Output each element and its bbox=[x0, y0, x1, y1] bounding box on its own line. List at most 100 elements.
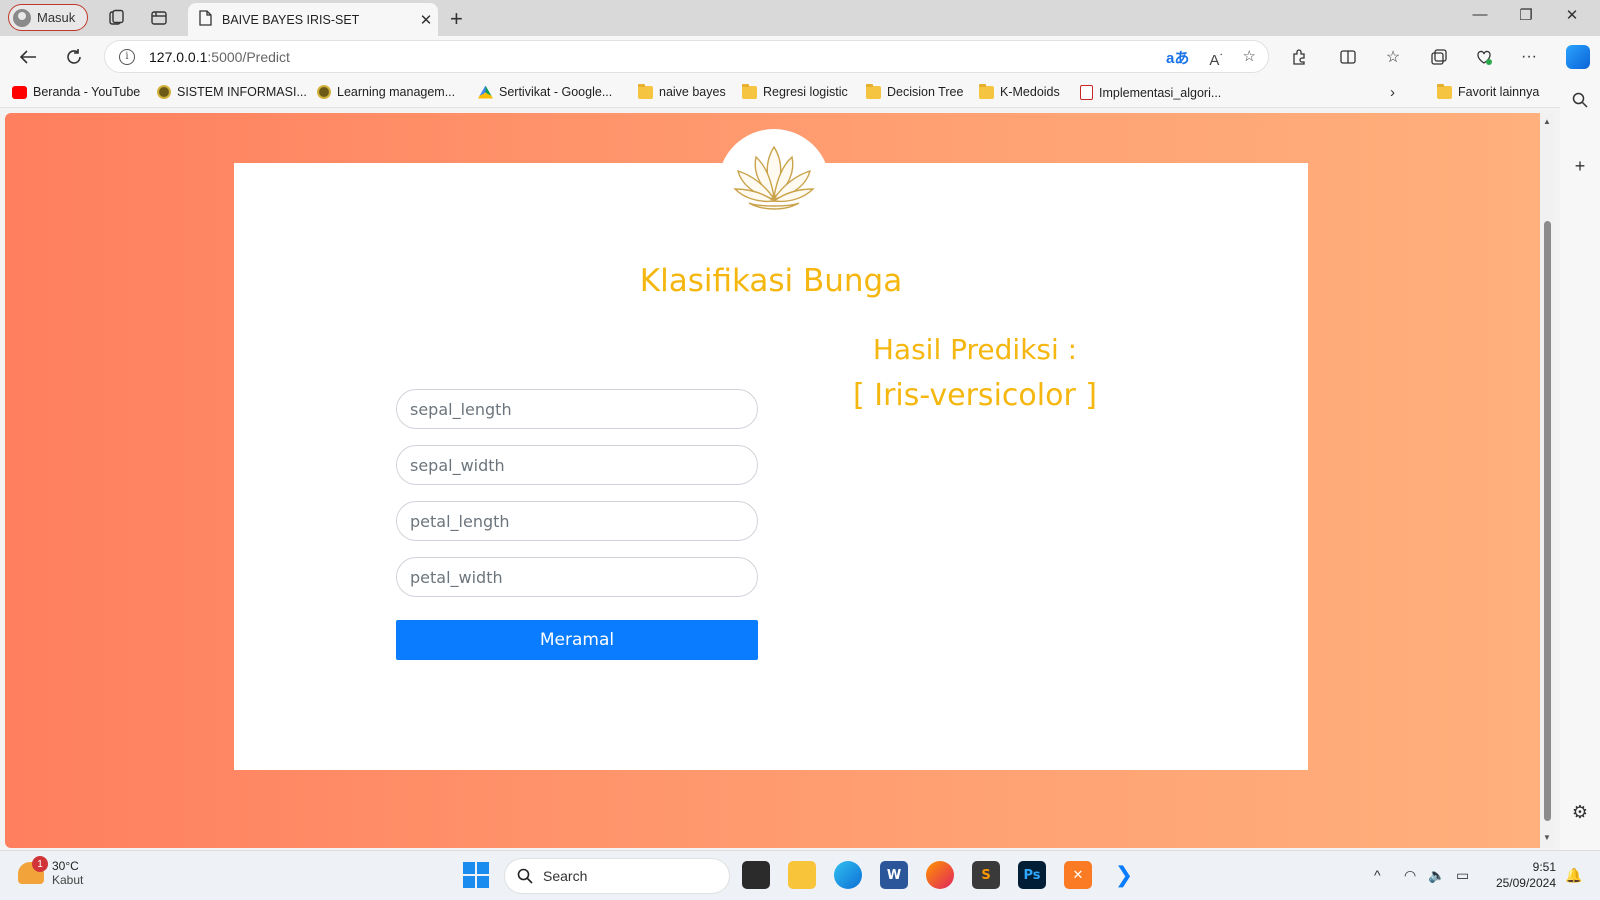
profile-button[interactable]: Masuk bbox=[8, 4, 88, 31]
bookmark-label: Sertivikat - Google... bbox=[499, 85, 613, 99]
volume-icon[interactable]: 🔈 bbox=[1428, 867, 1445, 884]
result-value: [ Iris-versicolor ] bbox=[852, 378, 1098, 413]
more-options-icon[interactable]: ··· bbox=[1517, 45, 1541, 69]
page-title: Klasifikasi Bunga bbox=[639, 263, 903, 299]
chevron-right-icon[interactable]: › bbox=[1390, 84, 1395, 101]
restore-button[interactable]: ❐ bbox=[1503, 6, 1549, 24]
edge-sidebar: + ⚙ bbox=[1560, 78, 1600, 850]
tab-actions-icon[interactable] bbox=[149, 8, 169, 28]
wifi-icon[interactable]: ◠ bbox=[1404, 867, 1416, 884]
bookmark-label: naive bayes bbox=[659, 85, 726, 99]
workspaces-icon[interactable] bbox=[106, 8, 126, 28]
close-tab-icon[interactable]: ✕ bbox=[414, 11, 438, 29]
bookmark-item[interactable]: Decision Tree bbox=[866, 83, 963, 99]
refresh-button[interactable] bbox=[62, 45, 86, 69]
pdf-icon bbox=[1080, 85, 1093, 100]
weather-condition: Kabut bbox=[52, 873, 84, 887]
bookmark-item[interactable]: Beranda - YouTube bbox=[12, 85, 140, 99]
clock-time: 9:51 bbox=[1532, 860, 1556, 874]
result-label: Hasil Prediksi : bbox=[872, 333, 1078, 366]
add-icon[interactable]: + bbox=[1568, 154, 1592, 178]
folder-icon bbox=[742, 83, 757, 99]
scroll-up-icon[interactable]: ▲ bbox=[1543, 117, 1551, 126]
minimize-button[interactable]: — bbox=[1457, 6, 1503, 23]
bookmark-item[interactable]: naive bayes bbox=[638, 83, 726, 99]
close-window-button[interactable]: ✕ bbox=[1549, 6, 1595, 24]
extensions-icon[interactable] bbox=[1287, 45, 1311, 69]
split-screen-icon[interactable] bbox=[1336, 45, 1360, 69]
favorite-star-icon[interactable]: ☆ bbox=[1243, 47, 1256, 69]
tab-active[interactable]: BAIVE BAYES IRIS-SET ✕ bbox=[188, 3, 438, 36]
search-icon[interactable] bbox=[1568, 88, 1592, 112]
collections-icon[interactable] bbox=[1427, 45, 1451, 69]
page-viewport: Klasifikasi Bunga Hasil Prediksi : [ Iri… bbox=[5, 113, 1540, 848]
seal-icon bbox=[317, 85, 331, 99]
seal-icon bbox=[157, 85, 171, 99]
bookmarks-bar: Beranda - YouTube SISTEM INFORMASI... Le… bbox=[0, 78, 1600, 108]
bookmark-label: Learning managem... bbox=[337, 85, 456, 99]
search-label: Search bbox=[543, 868, 588, 884]
youtube-icon bbox=[12, 85, 27, 99]
firefox-icon[interactable] bbox=[926, 861, 954, 889]
bookmark-item[interactable]: Regresi logistic bbox=[742, 83, 848, 99]
bookmark-item[interactable]: Learning managem... bbox=[317, 85, 455, 99]
chevron-up-icon[interactable]: ^ bbox=[1374, 867, 1381, 883]
bookmark-label: Beranda - YouTube bbox=[33, 85, 141, 99]
xampp-icon[interactable]: ✕ bbox=[1064, 861, 1092, 889]
folder-icon bbox=[866, 83, 881, 99]
folder-icon bbox=[638, 83, 653, 99]
taskbar-search[interactable]: Search bbox=[504, 858, 730, 894]
read-aloud-icon[interactable]: Aᐧ bbox=[1209, 47, 1222, 69]
bookmark-item[interactable]: K-Medoids bbox=[979, 83, 1060, 99]
browser-essentials-icon[interactable] bbox=[1472, 45, 1496, 69]
address-bar[interactable]: i 127.0.0.1:5000/Predict aあ Aᐧ ☆ bbox=[104, 40, 1269, 73]
title-bar: Masuk BAIVE BAYES IRIS-SET ✕ + — ❐ ✕ bbox=[0, 0, 1600, 36]
bookmark-item[interactable]: Sertivikat - Google... bbox=[478, 85, 612, 99]
settings-gear-icon[interactable]: ⚙ bbox=[1568, 800, 1592, 824]
copilot-icon[interactable] bbox=[1566, 45, 1590, 69]
folder-icon bbox=[1437, 83, 1452, 99]
sepal-length-input[interactable] bbox=[396, 389, 758, 429]
file-explorer-icon[interactable] bbox=[788, 861, 816, 889]
site-info-icon[interactable]: i bbox=[119, 48, 135, 65]
photoshop-icon[interactable]: Ps bbox=[1018, 861, 1046, 889]
page-scrollbar[interactable]: ▲ ▼ bbox=[1540, 113, 1554, 848]
bookmark-label: Implementasi_algori... bbox=[1099, 85, 1222, 100]
temperature: 30°C bbox=[52, 859, 79, 873]
windows-taskbar: 1 30°C Kabut Search W S Ps ✕ ❯ ^ ◠ 🔈 ▭ 9… bbox=[0, 850, 1600, 900]
bookmark-item[interactable]: SISTEM INFORMASI... bbox=[157, 85, 307, 99]
petal-length-input[interactable] bbox=[396, 501, 758, 541]
page-icon bbox=[198, 10, 212, 29]
clock-date: 25/09/2024 bbox=[1495, 876, 1556, 890]
google-drive-icon bbox=[478, 85, 493, 99]
other-favorites[interactable]: Favorit lainnya bbox=[1437, 83, 1540, 99]
predict-button[interactable]: Meramal bbox=[396, 620, 758, 660]
profile-label: Masuk bbox=[37, 10, 76, 25]
system-clock[interactable]: 9:51 25/09/2024 bbox=[1486, 859, 1556, 891]
favorites-icon[interactable]: ☆ bbox=[1381, 45, 1405, 69]
sublime-text-icon[interactable]: S bbox=[972, 861, 1000, 889]
edge-icon[interactable] bbox=[834, 861, 862, 889]
scroll-down-icon[interactable]: ▼ bbox=[1543, 833, 1551, 842]
browser-toolbar: i 127.0.0.1:5000/Predict aあ Aᐧ ☆ ☆ ··· bbox=[0, 36, 1600, 78]
sepal-width-input[interactable] bbox=[396, 445, 758, 485]
vscode-icon[interactable]: ❯ bbox=[1110, 861, 1138, 889]
notification-bell-icon[interactable]: 🔔 bbox=[1565, 867, 1582, 884]
scroll-thumb[interactable] bbox=[1544, 221, 1551, 821]
petal-width-input[interactable] bbox=[396, 557, 758, 597]
translate-icon[interactable]: aあ bbox=[1166, 47, 1189, 69]
word-icon[interactable]: W bbox=[880, 861, 908, 889]
weather-widget[interactable]: 1 30°C Kabut bbox=[18, 856, 84, 887]
bookmark-label: Favorit lainnya bbox=[1458, 85, 1540, 99]
bookmark-item[interactable]: Implementasi_algori... bbox=[1080, 85, 1221, 100]
new-tab-button[interactable]: + bbox=[450, 6, 463, 32]
bookmark-label: Regresi logistic bbox=[763, 85, 848, 99]
battery-icon[interactable]: ▭ bbox=[1456, 867, 1469, 884]
lotus-logo bbox=[718, 129, 830, 229]
notification-badge: 1 bbox=[32, 856, 48, 872]
back-button[interactable] bbox=[16, 45, 40, 69]
avatar-icon bbox=[13, 8, 31, 27]
start-button[interactable] bbox=[462, 861, 490, 889]
url-host: 127.0.0.1 bbox=[149, 48, 208, 65]
task-view-icon[interactable] bbox=[742, 861, 770, 889]
